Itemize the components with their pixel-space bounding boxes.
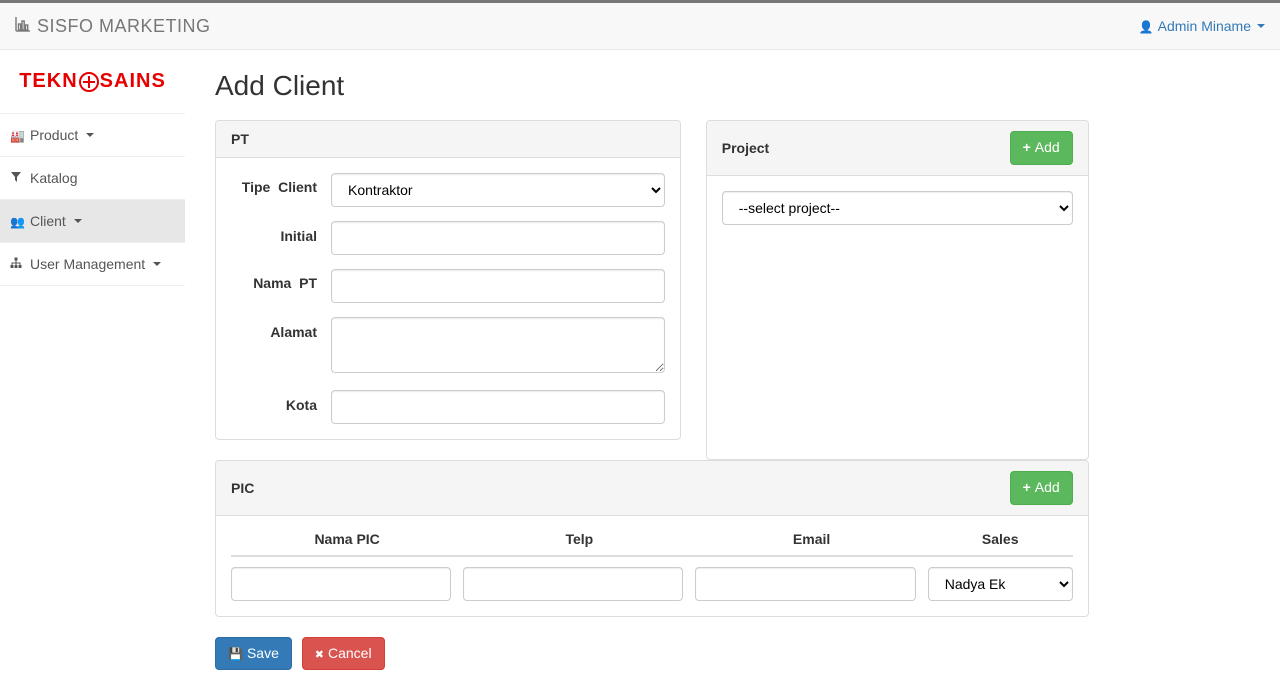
form-actions: Save Cancel — [215, 637, 1250, 671]
input-kota[interactable] — [331, 390, 665, 424]
plus-icon — [1023, 478, 1031, 498]
col-email: Email — [695, 531, 927, 547]
logo-text-left: TEKN — [19, 70, 77, 93]
panel-pt-heading: PT — [216, 121, 680, 158]
save-icon — [228, 644, 243, 664]
page-title: Add Client — [215, 70, 1250, 102]
panel-project: Project Add --select project-- — [706, 120, 1089, 460]
user-icon — [1139, 18, 1154, 34]
globe-icon — [79, 72, 99, 92]
panel-heading-label: PIC — [231, 480, 254, 496]
col-nama-pic: Nama PIC — [231, 531, 463, 547]
sidebar-item-label: User Management — [30, 256, 145, 272]
button-label: Cancel — [328, 644, 372, 664]
label-alamat: Alamat — [231, 317, 331, 340]
logo-text-right: SAINS — [100, 70, 166, 93]
panel-project-heading: Project Add — [707, 121, 1088, 176]
input-pic-email[interactable] — [695, 567, 915, 601]
select-tipe-client[interactable]: Kontraktor — [331, 173, 665, 207]
label-nama-pt: Nama PT — [231, 269, 331, 291]
caret-down-icon — [153, 262, 161, 266]
sitemap-icon — [10, 257, 24, 272]
caret-down-icon — [86, 133, 94, 137]
logo: TEKN SAINS — [0, 50, 185, 113]
filter-icon — [10, 171, 24, 186]
add-project-button[interactable]: Add — [1010, 131, 1073, 165]
label-initial: Initial — [231, 221, 331, 244]
sidebar-item-client[interactable]: Client — [0, 200, 185, 243]
panel-heading-label: PT — [231, 131, 249, 147]
close-icon — [315, 644, 324, 664]
sidebar-item-label: Client — [30, 213, 66, 229]
dashboard-icon — [10, 128, 24, 143]
button-label: Add — [1035, 478, 1060, 498]
sidebar-item-user-management[interactable]: User Management — [0, 243, 185, 286]
sidebar-item-katalog[interactable]: Katalog — [0, 157, 185, 200]
cancel-button[interactable]: Cancel — [302, 637, 385, 671]
input-pic-telp[interactable] — [463, 567, 683, 601]
button-label: Add — [1035, 138, 1060, 158]
select-pic-sales[interactable]: Nadya Ek — [928, 567, 1073, 601]
main-content: Add Client PT Tipe Client — [185, 50, 1280, 690]
col-telp: Telp — [463, 531, 695, 547]
pic-table-row: Nadya Ek — [231, 567, 1073, 601]
panel-pic: PIC Add Nama PIC Telp Email Sales — [215, 460, 1089, 617]
select-project[interactable]: --select project-- — [722, 191, 1073, 225]
panel-pt: PT Tipe Client Kontraktor — [215, 120, 681, 440]
save-button[interactable]: Save — [215, 637, 292, 671]
label-tipe-client: Tipe Client — [231, 173, 331, 195]
sidebar-item-label: Product — [30, 127, 78, 143]
textarea-alamat[interactable] — [331, 317, 665, 373]
app-title: SISFO MARKETING — [37, 16, 211, 37]
sidebar: TEKN SAINS Product Katalog Client — [0, 50, 185, 690]
app-brand: SISFO MARKETING — [15, 16, 211, 37]
sidebar-item-product[interactable]: Product — [0, 114, 185, 157]
caret-down-icon — [1257, 24, 1265, 28]
caret-down-icon — [74, 219, 82, 223]
sidebar-item-label: Katalog — [30, 170, 77, 186]
button-label: Save — [247, 644, 279, 664]
user-name: Admin Miname — [1158, 18, 1251, 34]
top-navbar: SISFO MARKETING Admin Miname — [0, 0, 1280, 50]
input-pic-nama[interactable] — [231, 567, 451, 601]
pic-table-header: Nama PIC Telp Email Sales — [231, 531, 1073, 557]
bar-chart-icon — [15, 16, 31, 37]
input-initial[interactable] — [331, 221, 665, 255]
user-menu[interactable]: Admin Miname — [1139, 18, 1265, 34]
panel-pic-heading: PIC Add — [216, 461, 1088, 516]
panel-heading-label: Project — [722, 140, 769, 156]
add-pic-button[interactable]: Add — [1010, 471, 1073, 505]
col-sales: Sales — [928, 531, 1073, 547]
users-icon — [10, 214, 24, 229]
plus-icon — [1023, 138, 1031, 158]
label-kota: Kota — [231, 390, 331, 413]
input-nama-pt[interactable] — [331, 269, 665, 303]
